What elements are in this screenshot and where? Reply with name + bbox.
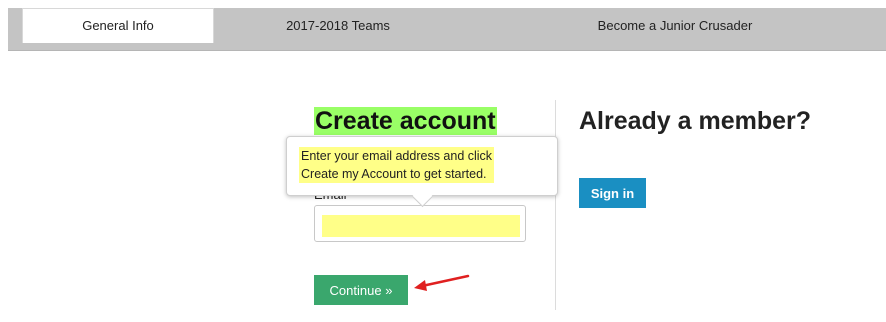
tab-become-junior-crusader[interactable]: Become a Junior Crusader — [464, 8, 886, 50]
email-field[interactable] — [322, 215, 520, 237]
email-field-box — [314, 205, 526, 242]
tab-bar: General Info 2017-2018 Teams Become a Ju… — [8, 8, 886, 51]
tab-general-info[interactable]: General Info — [22, 8, 214, 43]
red-arrow-annotation-icon — [414, 274, 470, 291]
tab-teams[interactable]: 2017-2018 Teams — [212, 8, 464, 50]
create-account-title: Create account — [314, 107, 497, 135]
sign-in-button[interactable]: Sign in — [579, 178, 646, 208]
continue-button[interactable]: Continue » — [314, 275, 408, 305]
tooltip-text: Enter your email address and click Creat… — [299, 147, 495, 183]
already-member-title: Already a member? — [579, 107, 812, 135]
tooltip: Enter your email address and click Creat… — [286, 136, 558, 208]
